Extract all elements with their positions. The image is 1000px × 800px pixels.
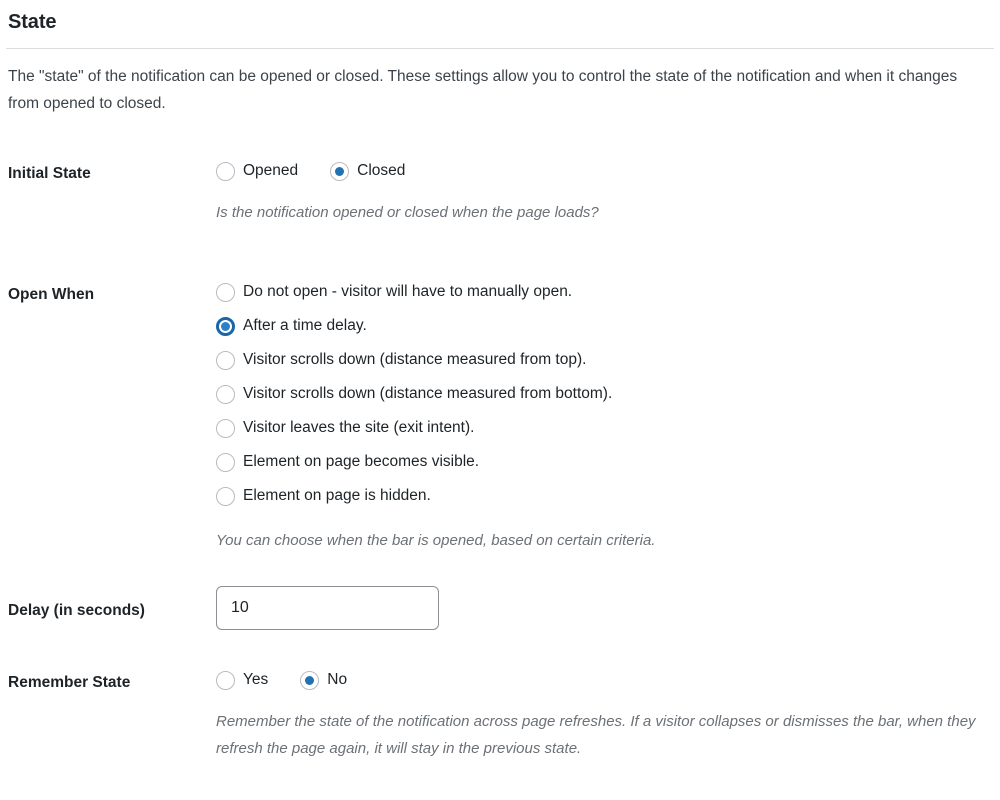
radio-initial-state-closed[interactable]: Closed (330, 161, 405, 181)
row-open-when: Open When Do not open - visitor will hav… (6, 282, 994, 554)
radio-open-when-scroll-from-top[interactable]: Visitor scrolls down (distance measured … (216, 350, 992, 370)
remember-state-help: Remember the state of the notification a… (216, 713, 976, 757)
open-when-field: Do not open - visitor will have to manua… (216, 282, 992, 554)
radio-label: Visitor scrolls down (distance measured … (243, 385, 613, 402)
radio-open-when-element-hidden[interactable]: Element on page is hidden. (216, 486, 992, 506)
radio-label: After a time delay. (243, 317, 367, 334)
delay-input[interactable] (216, 586, 439, 630)
remember-state-label: Remember State (8, 674, 131, 691)
delay-field (216, 586, 992, 630)
radio-remember-state-yes[interactable]: Yes (216, 670, 268, 690)
remember-state-radio-group: Yes No (216, 670, 992, 690)
delay-label: Delay (in seconds) (8, 602, 145, 619)
radio-unchecked-icon (216, 452, 235, 472)
radio-unchecked-icon (216, 350, 235, 370)
row-delay: Delay (in seconds) (6, 586, 994, 630)
radio-open-when-do-not-open[interactable]: Do not open - visitor will have to manua… (216, 282, 992, 302)
section-description: The "state" of the notification can be o… (8, 68, 958, 112)
open-when-radio-group: Do not open - visitor will have to manua… (216, 282, 992, 506)
page-title: State (8, 11, 57, 33)
radio-label: Closed (357, 162, 406, 179)
open-when-label: Open When (8, 286, 95, 303)
radio-label: Do not open - visitor will have to manua… (243, 283, 573, 300)
radio-unchecked-icon (216, 486, 235, 506)
radio-label: Element on page becomes visible. (243, 453, 480, 470)
initial-state-help: Is the notification opened or closed whe… (216, 204, 599, 221)
row-remember-state: Remember State Yes No Remember the state… (6, 670, 994, 762)
radio-unchecked-icon (216, 282, 235, 302)
open-when-help: You can choose when the bar is opened, b… (216, 532, 656, 549)
initial-state-field: Opened Closed Is the notification opened… (216, 161, 992, 226)
radio-label: Visitor leaves the site (exit intent). (243, 419, 475, 436)
radio-open-when-exit-intent[interactable]: Visitor leaves the site (exit intent). (216, 418, 992, 438)
radio-label: Visitor scrolls down (distance measured … (243, 351, 587, 368)
radio-unchecked-icon (216, 418, 235, 438)
radio-label: Element on page is hidden. (243, 487, 431, 504)
state-settings-page: State The "state" of the notification ca… (0, 0, 1000, 762)
radio-label: Opened (243, 162, 299, 179)
radio-checked-icon (300, 670, 320, 690)
radio-open-when-time-delay[interactable]: After a time delay. (216, 316, 992, 336)
radio-open-when-scroll-from-bottom[interactable]: Visitor scrolls down (distance measured … (216, 384, 992, 404)
radio-label: No (327, 671, 348, 688)
radio-open-when-element-visible[interactable]: Element on page becomes visible. (216, 452, 992, 472)
row-initial-state: Initial State Opened Closed Is the notif… (6, 161, 994, 226)
radio-unchecked-icon (216, 670, 235, 690)
radio-label: Yes (243, 671, 269, 688)
radio-checked-icon (330, 161, 350, 181)
initial-state-label: Initial State (8, 165, 91, 182)
radio-remember-state-no[interactable]: No (300, 670, 347, 690)
initial-state-radio-group: Opened Closed (216, 161, 992, 181)
radio-checked-icon (216, 316, 235, 336)
remember-state-field: Yes No Remember the state of the notific… (216, 670, 992, 762)
radio-unchecked-icon (216, 161, 235, 181)
radio-initial-state-opened[interactable]: Opened (216, 161, 298, 181)
radio-unchecked-icon (216, 384, 235, 404)
